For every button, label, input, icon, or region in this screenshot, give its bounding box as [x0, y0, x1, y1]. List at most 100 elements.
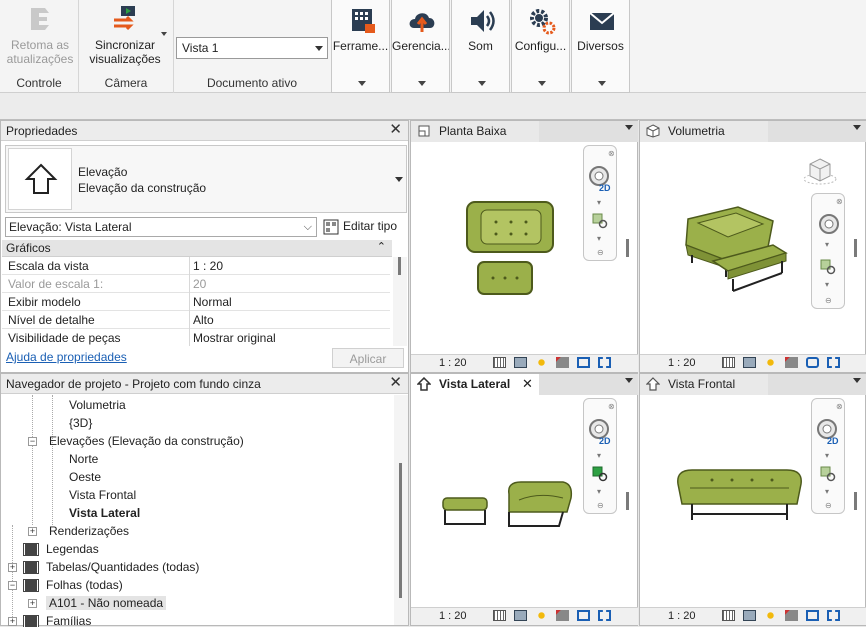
view-tab-vista-lateral[interactable]: Vista Lateral ✕ [411, 374, 539, 395]
view-tab-vista-frontal[interactable]: Vista Frontal [640, 374, 768, 395]
expand-icon[interactable]: + [8, 617, 17, 626]
expand-icon[interactable]: + [28, 527, 37, 536]
tool-ferramentas-button[interactable]: Ferrame... [331, 0, 390, 93]
chevron-down-icon[interactable]: ▾ [597, 451, 601, 460]
property-value[interactable]: 20 [193, 277, 206, 291]
sync-views-button[interactable]: Sincronizar visualizações [87, 4, 163, 66]
browser-tree-item[interactable]: Oeste [69, 470, 101, 484]
chevron-down-icon[interactable]: ▾ [825, 280, 829, 289]
browser-tree-item[interactable]: Folhas (todas) [46, 578, 123, 592]
property-row[interactable]: Nível de detalhe Alto [2, 311, 390, 329]
collapse-icon[interactable]: − [28, 437, 37, 446]
tool-som-button[interactable]: Som [451, 0, 510, 93]
type-selector[interactable]: Elevação Elevação da construção [5, 145, 407, 213]
view-scroll-thumb[interactable] [854, 239, 857, 257]
close-icon[interactable]: ⊗ [608, 402, 615, 411]
zoom-region-icon[interactable] [591, 465, 609, 483]
scroll-thumb[interactable] [398, 257, 401, 275]
scroll-thumb[interactable] [399, 463, 402, 598]
close-icon[interactable]: ✕ [389, 375, 402, 391]
property-row[interactable]: Visibilidade de peças Mostrar original [2, 329, 390, 346]
chevron-down-icon[interactable]: ▾ [825, 451, 829, 460]
properties-scrollbar[interactable] [393, 257, 407, 346]
browser-tree-item[interactable]: Legendas [46, 542, 99, 556]
view-menu-icon[interactable] [625, 378, 633, 383]
close-icon[interactable]: ⊗ [836, 402, 843, 411]
view-tab-planta-baixa[interactable]: Planta Baixa [411, 121, 539, 142]
instance-filter-select[interactable]: Elevação: Vista Lateral ⌵ [5, 217, 317, 237]
browser-tree-item[interactable]: Elevações (Elevação da construção) [49, 434, 244, 448]
zoom-region-icon[interactable] [819, 258, 837, 276]
view-menu-icon[interactable] [853, 125, 861, 130]
view-control-icons[interactable] [722, 610, 845, 623]
settings-icon[interactable]: ⊖ [825, 501, 832, 510]
tool-configuracoes-button[interactable]: Configu... [511, 0, 570, 93]
browser-tree-item[interactable]: Renderizações [49, 524, 129, 538]
settings-icon[interactable]: ⊖ [597, 248, 604, 257]
tool-gerenciar-button[interactable]: Gerencia... [391, 0, 450, 93]
browser-tree-item[interactable]: Vista Frontal [69, 488, 136, 502]
view-scroll-thumb[interactable] [854, 492, 857, 510]
close-icon[interactable]: ✕ [389, 122, 402, 138]
property-value[interactable]: 1 : 20 [193, 259, 223, 273]
property-value[interactable]: Normal [193, 295, 232, 309]
view-control-icons[interactable] [493, 610, 616, 623]
close-icon[interactable]: ⊗ [836, 197, 843, 206]
zoom-region-icon[interactable] [819, 465, 837, 483]
view-scale[interactable]: 1 : 20 [439, 357, 467, 369]
view-planta-baixa[interactable]: Planta Baixa ⊗ 2D ▾ ▾ ⊖ 1 : 20 [410, 120, 638, 373]
browser-tree-item[interactable]: Volumetria [69, 398, 126, 412]
view-control-icons[interactable] [722, 357, 845, 370]
collapse-icon[interactable]: − [8, 581, 17, 590]
property-row[interactable]: Valor de escala 1: 20 [2, 275, 390, 293]
view-scale[interactable]: 1 : 20 [668, 357, 696, 369]
section-graficos-header[interactable]: Gráficos ⌃ [2, 240, 392, 257]
browser-tree-item[interactable]: Famílias [46, 614, 91, 627]
close-icon[interactable]: ⊗ [608, 149, 615, 158]
expand-icon[interactable]: + [28, 599, 37, 608]
viewcube-icon[interactable] [802, 157, 840, 187]
chevron-down-icon[interactable]: ▾ [825, 240, 829, 249]
view-menu-icon[interactable] [853, 378, 861, 383]
chevron-down-icon[interactable]: ▾ [597, 487, 601, 496]
steering-wheel-icon[interactable] [815, 212, 843, 240]
property-row[interactable]: Exibir modelo Normal [2, 293, 390, 311]
browser-tree-item[interactable]: Vista Lateral [69, 506, 140, 520]
view-menu-icon[interactable] [625, 125, 633, 130]
properties-help-link[interactable]: Ajuda de propriedades [6, 350, 127, 364]
edit-type-button[interactable]: Editar tipo [321, 217, 397, 237]
browser-tree-item[interactable]: Tabelas/Quantidades (todas) [46, 560, 199, 574]
view-vista-frontal[interactable]: Vista Frontal ⊗ 2D ▾ ▾ ⊖ 1 : 20 [639, 373, 866, 626]
view-scroll-thumb[interactable] [626, 492, 629, 510]
expand-icon[interactable]: + [8, 563, 17, 572]
view-scroll-thumb[interactable] [626, 239, 629, 257]
view-tab-volumetria[interactable]: Volumetria [640, 121, 768, 142]
view-scale[interactable]: 1 : 20 [668, 610, 696, 622]
project-browser-scrollbar[interactable] [394, 395, 408, 625]
property-value[interactable]: Mostrar original [193, 331, 276, 345]
active-document-select[interactable]: Vista 1 [176, 37, 328, 59]
resume-updates-button[interactable]: Retoma as atualizações [2, 4, 78, 66]
view-control-icons[interactable] [493, 357, 616, 370]
view-vista-lateral[interactable]: Vista Lateral ✕ ⊗ 2D ▾ ▾ ⊖ 1 : 20 [410, 373, 638, 626]
browser-tree-item[interactable]: Norte [69, 452, 98, 466]
view-scale[interactable]: 1 : 20 [439, 610, 467, 622]
chevron-down-icon[interactable]: ▾ [597, 198, 601, 207]
property-value[interactable]: Alto [193, 313, 214, 327]
hide-crop-icon [598, 357, 612, 368]
property-row[interactable]: Escala da vista 1 : 20 [2, 257, 390, 275]
browser-tree-item[interactable]: A101 - Não nomeada [46, 596, 167, 610]
apply-button[interactable]: Aplicar [332, 348, 404, 368]
settings-icon[interactable]: ⊖ [825, 296, 832, 305]
zoom-region-icon[interactable] [591, 212, 609, 230]
tool-diversos-button[interactable]: Diversos [571, 0, 630, 93]
sync-dropdown-icon[interactable] [161, 32, 167, 36]
view-volumetria[interactable]: Volumetria ⊗ ▾ ▾ ⊖ 1 : 20 [639, 120, 866, 373]
chevron-down-icon[interactable]: ▾ [597, 234, 601, 243]
elevation-arrow-icon [24, 163, 58, 194]
close-icon[interactable]: ✕ [522, 376, 533, 392]
chevron-down-icon[interactable]: ▾ [825, 487, 829, 496]
settings-icon[interactable]: ⊖ [597, 501, 604, 510]
browser-tree-item[interactable]: {3D} [69, 416, 92, 430]
visual-style-icon [514, 357, 528, 368]
